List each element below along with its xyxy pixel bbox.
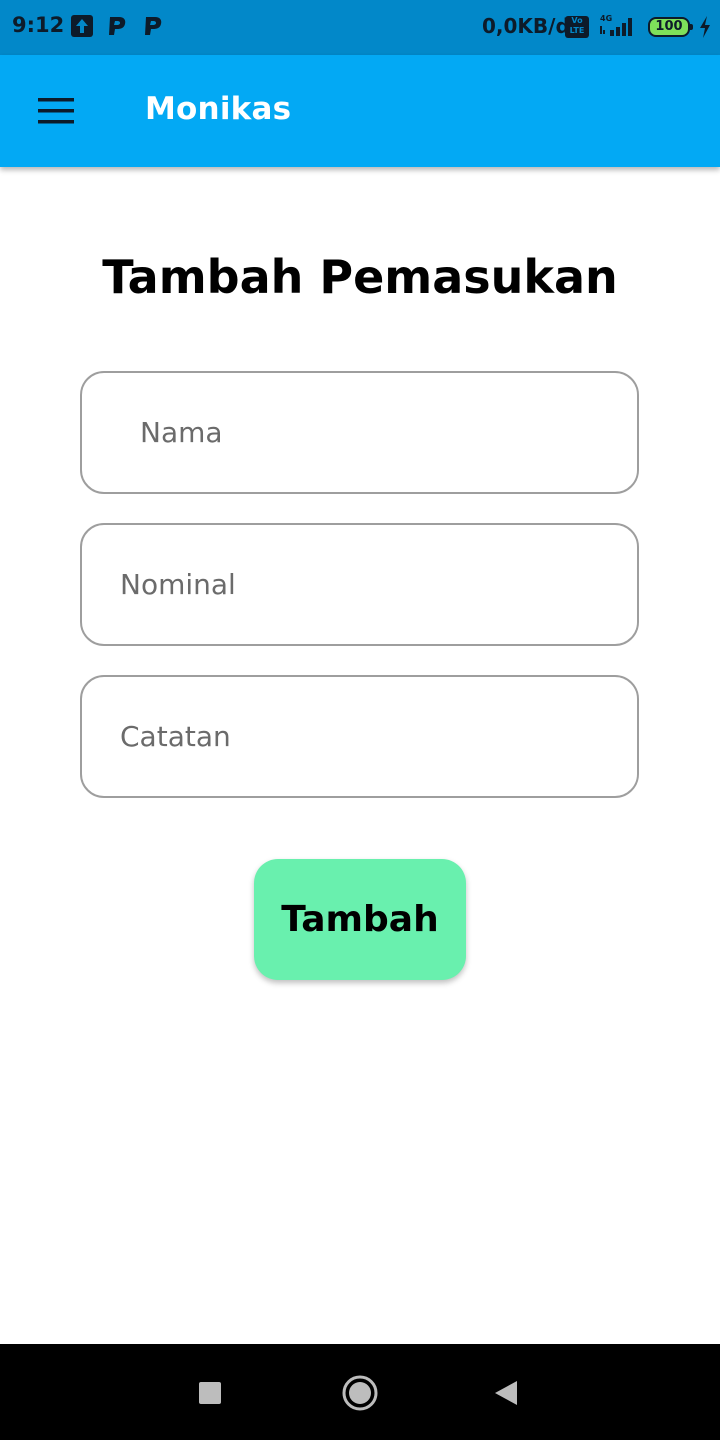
home-icon bbox=[342, 1375, 378, 1411]
tambah-button[interactable]: Tambah bbox=[254, 859, 466, 980]
status-time: 9:12 bbox=[12, 13, 65, 37]
battery-icon: 100 bbox=[648, 17, 693, 37]
nominal-field bbox=[80, 523, 639, 646]
nominal-input[interactable] bbox=[82, 525, 637, 644]
charging-icon bbox=[698, 15, 712, 39]
volte-icon: Vo LTE bbox=[565, 16, 589, 38]
hamburger-menu-icon bbox=[38, 98, 74, 124]
home-button[interactable] bbox=[335, 1368, 385, 1418]
navigation-bar bbox=[0, 1344, 720, 1440]
recents-button[interactable] bbox=[185, 1368, 235, 1418]
menu-button[interactable] bbox=[24, 83, 88, 139]
nama-field bbox=[80, 371, 639, 494]
page-title: Tambah Pemasukan bbox=[102, 250, 618, 304]
network-type: 4G bbox=[600, 14, 612, 23]
screen: 9:12 0,0KB/d Vo LTE 4G 100 Monikas Tamba… bbox=[0, 0, 720, 1440]
app-bar: Monikas bbox=[0, 55, 720, 167]
recents-icon bbox=[199, 1382, 221, 1404]
app-title: Monikas bbox=[145, 91, 292, 127]
signal-icon: 4G bbox=[598, 12, 634, 40]
catatan-field bbox=[80, 675, 639, 798]
paypal-notification-icon bbox=[107, 15, 129, 37]
network-speed: 0,0KB/d bbox=[482, 14, 570, 38]
back-button[interactable] bbox=[482, 1368, 532, 1418]
upload-notification-icon bbox=[71, 15, 93, 37]
paypal-notification-icon bbox=[143, 15, 165, 37]
status-bar: 9:12 0,0KB/d Vo LTE 4G 100 bbox=[0, 0, 720, 55]
back-icon bbox=[495, 1381, 517, 1405]
nama-input[interactable] bbox=[82, 373, 637, 492]
catatan-input[interactable] bbox=[82, 677, 637, 796]
